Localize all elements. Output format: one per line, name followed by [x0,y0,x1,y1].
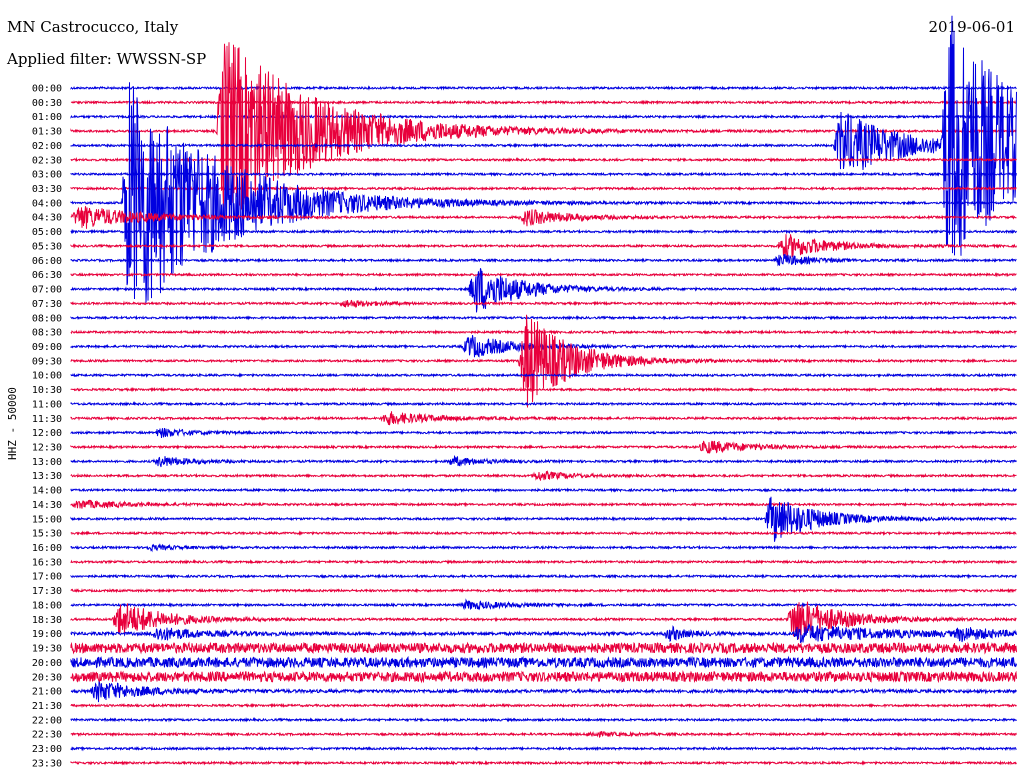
trace-row [70,454,1017,468]
row-label: 14:30 [32,500,62,511]
trace-row [70,487,1017,494]
trace-row [70,680,1017,703]
row-label: 15:00 [32,514,62,525]
trace-row [70,85,1017,91]
trace-row [70,655,1017,670]
trace-row [70,113,1017,120]
row-label: 09:30 [32,356,62,367]
trace-row [70,559,1017,565]
trace-row [70,254,1017,267]
trace-row [70,386,1017,393]
row-label: 11:30 [32,414,62,425]
helicorder-plot: 00:00 00:30 01:00 01:30 02:00 02:30 03:00 03:30… [32,15,1017,770]
row-label: 00:30 [32,98,62,109]
trace-row [70,99,1017,106]
row-label: 21:30 [32,701,62,712]
trace-row [70,641,1017,655]
row-label: 03:30 [32,184,62,195]
row-label: 17:30 [32,586,62,597]
trace-row [70,760,1017,766]
row-label: 22:30 [32,730,62,741]
trace-row [70,401,1017,407]
trace-row [70,702,1017,709]
row-label: 05:30 [32,241,62,252]
trace-row [70,745,1017,752]
trace-row [70,587,1017,594]
row-label: 12:30 [32,443,62,454]
row-label: 12:00 [32,428,62,439]
trace-row [70,427,1017,439]
row-label: 01:30 [32,127,62,138]
row-label: 13:00 [32,457,62,468]
row-label: 00:00 [32,84,62,95]
row-label: 23:00 [32,744,62,755]
trace-row [70,598,1017,611]
trace-row [70,440,1017,454]
row-label: 03:00 [32,170,62,181]
trace-row [70,716,1017,723]
row-label: 08:30 [32,328,62,339]
row-label: 07:30 [32,299,62,310]
row-label: 10:30 [32,385,62,396]
row-label: 09:00 [32,342,62,353]
trace-row [70,470,1017,481]
seismic-traces [70,15,1017,766]
row-label: 06:00 [32,256,62,267]
trace-row [70,730,1017,738]
row-label: 16:00 [32,543,62,554]
row-labels: 00:00 00:30 01:00 01:30 02:00 02:30 03:00 03:30… [32,84,62,770]
trace-row [70,543,1017,553]
row-label: 18:00 [32,600,62,611]
trace-row [70,411,1017,426]
trace-row [70,530,1017,537]
row-label: 08:00 [32,313,62,324]
row-label: 20:30 [32,672,62,683]
row-label: 07:00 [32,285,62,296]
row-label: 21:00 [32,687,62,698]
row-label: 02:00 [32,141,62,152]
trace-row [70,573,1017,580]
row-label: 14:00 [32,486,62,497]
row-label: 16:30 [32,557,62,568]
row-label: 05:00 [32,227,62,238]
trace-row [70,314,1017,408]
trace-row [70,669,1017,684]
row-label: 22:00 [32,715,62,726]
row-label: 11:00 [32,399,62,410]
row-label: 19:00 [32,629,62,640]
trace-row [70,156,1017,163]
trace-row [70,623,1017,644]
row-label: 10:00 [32,371,62,382]
row-label: 15:30 [32,529,62,540]
trace-row [70,314,1017,321]
row-label: 02:30 [32,155,62,166]
row-label: 04:00 [32,198,62,209]
row-label: 20:00 [32,658,62,669]
row-label: 13:30 [32,471,62,482]
row-label: 19:30 [32,644,62,655]
row-label: 17:00 [32,572,62,583]
trace-row [70,272,1017,278]
row-label: 06:30 [32,270,62,281]
trace-row [70,499,1017,510]
row-label: 04:30 [32,213,62,224]
row-label: 23:30 [32,758,62,769]
row-label: 18:30 [32,615,62,626]
trace-row [70,299,1017,309]
row-label: 01:00 [32,112,62,123]
